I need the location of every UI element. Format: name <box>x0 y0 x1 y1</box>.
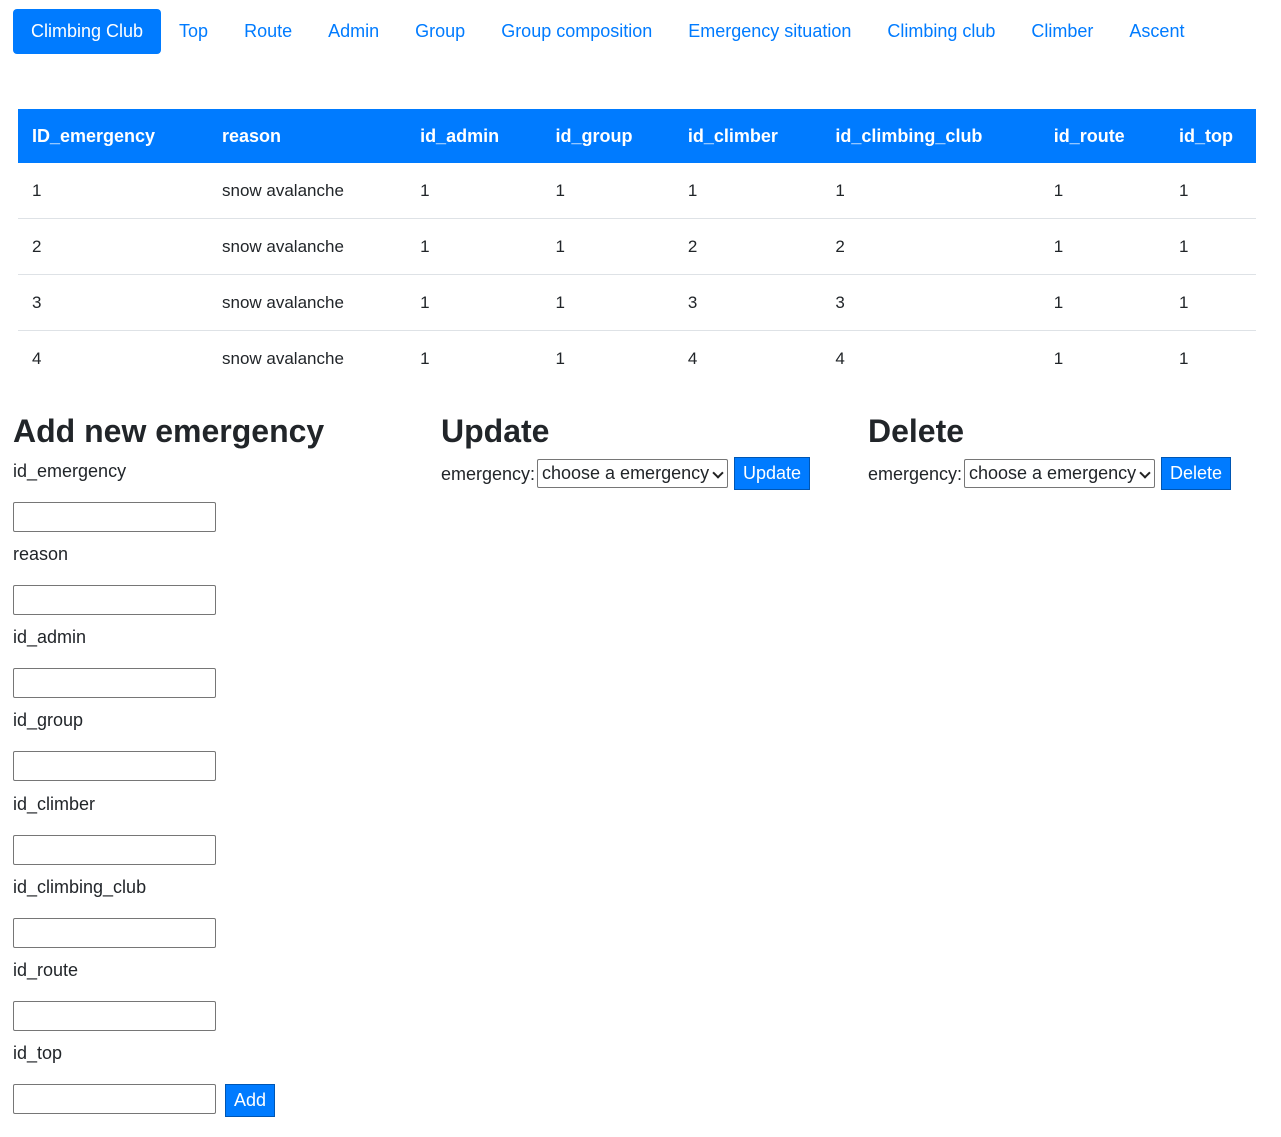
column-header: reason <box>221 125 282 146</box>
table-cell: 1 <box>1039 330 1165 386</box>
delete-button[interactable]: Delete <box>1161 457 1232 490</box>
column-header: id_group <box>555 125 633 146</box>
table-cell: 1 <box>541 330 674 386</box>
column-header: id_climber <box>687 125 778 146</box>
table-cell: 1 <box>406 218 542 275</box>
nav-item-top[interactable]: Top <box>161 9 226 54</box>
column-header: id_route <box>1053 125 1125 146</box>
nav-brand-climbing-club[interactable]: Climbing Club <box>13 9 162 54</box>
table-cell: 1 <box>1053 180 1064 200</box>
table-header-row: ID_emergency reason id_admin id_group id… <box>18 109 1256 163</box>
update-emergency-label: emergency: <box>441 464 536 484</box>
id-route-input[interactable] <box>13 1001 216 1031</box>
table-cell: 1 <box>406 274 542 331</box>
table-cell: 1 <box>1039 274 1165 331</box>
delete-emergency-label: emergency: <box>868 464 963 484</box>
table-cell: 1 <box>555 180 565 200</box>
table-cell: 1 <box>1179 180 1189 200</box>
id-group-input[interactable] <box>13 751 216 781</box>
chevron-down-icon <box>712 467 724 479</box>
top-navbar: Climbing Club Top Route Admin Group Grou… <box>13 9 1202 54</box>
id-emergency-input[interactable] <box>13 502 216 532</box>
table-cell: 1 <box>835 180 845 200</box>
table-cell: snow avalanche <box>207 330 407 386</box>
table-cell: 2 <box>18 218 208 275</box>
id-group-label: id_group <box>13 710 84 730</box>
table-cell: 1 <box>406 330 542 386</box>
nav-item-emergency-situation[interactable]: Emergency situation <box>670 9 869 54</box>
update-button[interactable]: Update <box>734 457 811 490</box>
id-top-label: id_top <box>13 1043 63 1063</box>
table-cell: 3 <box>673 274 822 331</box>
nav-item-group-composition[interactable]: Group composition <box>483 9 670 54</box>
id-top-input[interactable] <box>13 1084 216 1114</box>
table-row: 2 snow avalanche 1 1 2 2 1 1 <box>18 218 1256 275</box>
table-cell: 4 <box>821 330 1040 386</box>
id-emergency-label: id_emergency <box>13 461 127 481</box>
id-admin-label: id_admin <box>13 627 87 647</box>
nav-item-admin[interactable]: Admin <box>310 9 397 54</box>
add-form-title: Add new emergency <box>13 413 325 449</box>
update-form-title: Update <box>441 413 550 449</box>
table-row: 3 snow avalanche 1 1 3 3 1 1 <box>18 274 1256 331</box>
chevron-down-icon <box>1139 467 1151 479</box>
id-climber-label: id_climber <box>13 794 96 814</box>
id-climbing-club-input[interactable] <box>13 918 216 948</box>
table-cell: 1 <box>420 180 430 200</box>
emergency-table: ID_emergency reason id_admin id_group id… <box>18 109 1256 386</box>
delete-emergency-select[interactable]: choose a emergency <box>964 459 1155 488</box>
update-select-value: choose a emergency <box>542 463 710 483</box>
table-cell: 1 <box>687 180 698 200</box>
update-emergency-select[interactable]: choose a emergency <box>537 459 728 488</box>
table-cell: 1 <box>541 274 674 331</box>
reason-label: reason <box>13 544 69 564</box>
table-row: 1 snow avalanche 1 1 1 1 1 1 <box>18 163 1256 219</box>
nav-item-route[interactable]: Route <box>226 9 310 54</box>
id-admin-input[interactable] <box>13 668 216 698</box>
table-cell: 2 <box>821 218 1040 275</box>
table-row: 4 snow avalanche 1 1 4 4 1 1 <box>18 330 1256 386</box>
nav-item-group[interactable]: Group <box>397 9 483 54</box>
id-climbing-club-label: id_climbing_club <box>13 877 147 897</box>
column-header: ID_emergency <box>32 125 156 146</box>
table-cell: snow avalanche <box>221 180 344 200</box>
table-cell: snow avalanche <box>207 274 407 331</box>
table-cell: 2 <box>673 218 822 275</box>
nav-item-climbing-club[interactable]: Climbing club <box>869 9 1013 54</box>
table-cell: snow avalanche <box>207 218 407 275</box>
nav-item-ascent[interactable]: Ascent <box>1111 9 1202 54</box>
table-cell: 1 <box>32 180 42 200</box>
nav-item-climber[interactable]: Climber <box>1013 9 1111 54</box>
delete-form-title: Delete <box>868 413 965 449</box>
delete-select-value: choose a emergency <box>969 463 1137 483</box>
id-route-label: id_route <box>13 960 79 980</box>
table-cell: 4 <box>18 330 208 386</box>
table-cell: 4 <box>673 330 822 386</box>
table-cell: 1 <box>1039 218 1165 275</box>
id-climber-input[interactable] <box>13 835 216 865</box>
table-cell: 3 <box>821 274 1040 331</box>
reason-input[interactable] <box>13 585 216 615</box>
column-header: id_climbing_club <box>835 125 983 146</box>
table-cell: 3 <box>18 274 208 331</box>
table-cell: 1 <box>541 218 674 275</box>
table-cell: 1 <box>1165 274 1256 331</box>
table-cell: 1 <box>1165 330 1256 386</box>
column-header: id_top <box>1179 125 1233 146</box>
add-button[interactable]: Add <box>225 1084 276 1117</box>
table-cell: 1 <box>1165 218 1256 275</box>
column-header: id_admin <box>420 125 500 146</box>
